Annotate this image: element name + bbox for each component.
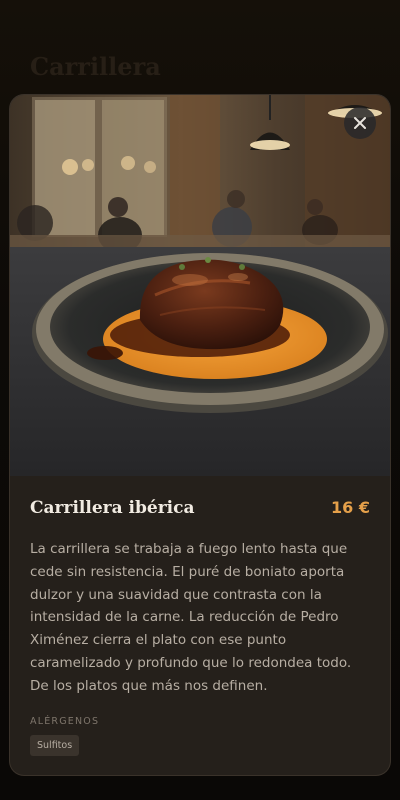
- close-button[interactable]: [344, 107, 376, 139]
- dish-details: Carrillera ibérica 16 € La carrillera se…: [10, 476, 390, 756]
- allergens-heading: ALÉRGENOS: [30, 715, 100, 727]
- title-row: Carrillera ibérica 16 €: [30, 498, 370, 518]
- dish-price: 16 €: [331, 498, 370, 517]
- dish-detail-modal: Carrillera ibérica 16 € La carrillera se…: [10, 95, 390, 775]
- dish-description: La carrillera se trabaja a fuego lento h…: [30, 541, 352, 694]
- dish-name: Carrillera ibérica: [30, 498, 195, 518]
- allergen-tag: Sulfitos: [30, 734, 80, 756]
- allergen-list: Sulfitos: [30, 734, 370, 756]
- close-icon: [354, 117, 366, 129]
- dish-photo: [10, 95, 390, 476]
- background-heading: Carrillera: [30, 52, 161, 81]
